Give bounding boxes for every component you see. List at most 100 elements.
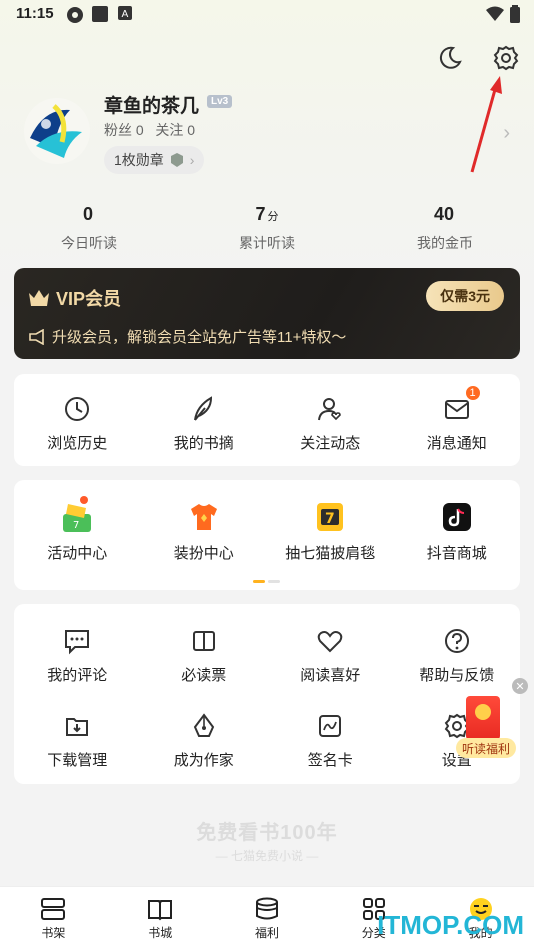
tab-welfare[interactable]: 福利 [214, 887, 321, 950]
profile-header[interactable]: 章鱼的茶几 Lv3 粉丝 0 关注 0 1枚勋章 › › [24, 88, 514, 178]
username: 章鱼的茶几 [104, 96, 200, 117]
close-icon[interactable]: ✕ [512, 678, 528, 694]
tab-bookstore[interactable]: 书城 [107, 887, 214, 950]
slogan-main: 免费看书100年 [196, 822, 338, 844]
reading-preference-button[interactable]: 阅读喜好 [267, 626, 394, 685]
svg-text:7: 7 [73, 520, 79, 531]
stats-row: 0 今日听读 7分 累计听读 40 我的金币 [0, 204, 534, 253]
stat-value: 0 [82, 204, 93, 224]
follow-label: 关注 [155, 122, 184, 138]
become-writer-label: 成为作家 [173, 752, 234, 769]
signature-icon [319, 715, 342, 737]
status-time: 11:15 [16, 5, 54, 22]
stat-label: 累计听读 [239, 235, 295, 251]
notifications-button[interactable]: 1 消息通知 [394, 384, 521, 453]
my-comments-label: 我的评论 [47, 667, 108, 684]
stat-label: 今日听读 [61, 235, 117, 251]
follow-feed-button[interactable]: 关注动态 [267, 394, 394, 453]
download-manager-button[interactable]: 下载管理 [14, 711, 141, 770]
profile-chevron-right-icon[interactable]: › [503, 122, 510, 145]
crown-icon [29, 290, 49, 306]
site-watermark: ITMOP.COM [377, 910, 524, 940]
douyin-icon [442, 503, 471, 531]
dress-up-label: 装扮中心 [173, 545, 234, 562]
tab-label: 福利 [254, 926, 279, 940]
history-button[interactable]: 浏览历史 [14, 394, 141, 453]
footer-slogan: 免费看书100年 — 七猫免费小说 — [0, 816, 534, 864]
lucky-draw-icon: 7 [317, 503, 344, 531]
carousel-indicator [253, 580, 280, 583]
signature-card-button[interactable]: 签名卡 [267, 711, 394, 770]
indicator-active [253, 580, 265, 583]
vip-title: VIP会员 [28, 285, 121, 311]
comment-icon [65, 630, 90, 655]
download-manager-label: 下载管理 [47, 752, 108, 769]
history-label: 浏览历史 [47, 435, 108, 452]
lucky-draw-button[interactable]: 7 抽七猫披肩毯 [267, 500, 394, 563]
feather-icon [193, 396, 212, 421]
heart-icon [317, 631, 343, 653]
download-icon [66, 718, 89, 736]
app-notification-icon [92, 6, 108, 22]
must-read-ticket-button[interactable]: 必读票 [141, 626, 268, 685]
stat-coins[interactable]: 40 我的金币 [356, 204, 534, 253]
follow-count[interactable]: 0 [187, 122, 195, 138]
services-card: 我的评论 必读票 阅读喜好 帮助与反馈 下载管理 成为作家 签名卡 设置 [14, 604, 520, 784]
medal-count: 1枚勋章 [114, 152, 164, 168]
tab-label: 书城 [148, 926, 173, 940]
reading-preference-label: 阅读喜好 [300, 667, 361, 684]
clock-icon [65, 397, 90, 421]
signature-card-label: 签名卡 [307, 752, 353, 769]
listen-reward-float[interactable]: ✕ 听读福利 [452, 676, 530, 764]
become-writer-button[interactable]: 成为作家 [141, 711, 268, 770]
gift-box-icon [255, 897, 278, 920]
activity-center-button[interactable]: 7 活动中心 [14, 496, 141, 563]
dress-up-center-button[interactable]: 装扮中心 [141, 500, 268, 563]
svg-text:A: A [122, 9, 129, 20]
fans-follow-stats: 粉丝 0 关注 0 [104, 120, 195, 140]
medal-icon [170, 153, 183, 167]
avatar[interactable] [24, 98, 90, 164]
stat-total-listen[interactable]: 7分 累计听读 [178, 204, 356, 253]
stat-unit: 分 [267, 211, 279, 223]
douyin-mall-label: 抖音商城 [426, 545, 487, 562]
night-mode-moon-icon[interactable] [436, 44, 464, 72]
stat-today-listen[interactable]: 0 今日听读 [0, 204, 178, 253]
fans-count[interactable]: 0 [136, 122, 144, 138]
open-book-icon [148, 900, 173, 921]
douyin-mall-button[interactable]: 抖音商城 [394, 500, 521, 563]
bookshelf-icon [41, 898, 66, 920]
activity-center-label: 活动中心 [47, 545, 108, 562]
top-actions [436, 44, 520, 72]
level-badge: Lv3 [207, 95, 233, 108]
keyboard-a-icon: A [118, 6, 132, 20]
vip-subtitle: 升级会员，解锁会员全站免广告等11+特权～ [28, 326, 346, 347]
listen-reward-label: 听读福利 [456, 738, 517, 758]
quick-actions-card: 浏览历史 我的书摘 关注动态 1 消息通知 [14, 374, 520, 466]
follow-feed-label: 关注动态 [300, 435, 361, 452]
settings-gear-icon[interactable] [492, 44, 520, 72]
new-dot [80, 496, 88, 504]
notifications-label: 消息通知 [426, 435, 487, 452]
book-excerpts-button[interactable]: 我的书摘 [141, 394, 268, 453]
tab-label: 书架 [41, 926, 66, 940]
help-icon [444, 629, 469, 653]
vip-price-button[interactable]: 仅需3元 [426, 281, 504, 311]
vip-banner[interactable]: VIP会员 仅需3元 升级会员，解锁会员全站免广告等11+特权～ [14, 268, 520, 359]
megaphone-icon [29, 328, 44, 345]
wifi-icon [486, 6, 504, 21]
stat-label: 我的金币 [417, 235, 473, 251]
red-envelope-icon [466, 696, 500, 740]
pen-nib-icon [193, 713, 214, 737]
tshirt-icon [190, 504, 217, 530]
must-read-ticket-label: 必读票 [181, 667, 227, 684]
battery-icon [510, 5, 520, 23]
my-comments-button[interactable]: 我的评论 [14, 626, 141, 685]
vpn-icon [67, 7, 83, 23]
notification-badge: 1 [463, 384, 482, 402]
tab-bookshelf[interactable]: 书架 [0, 887, 107, 950]
user-heart-icon [318, 398, 342, 421]
activity-center-icon: 7 [63, 504, 92, 532]
medal-pill[interactable]: 1枚勋章 › [104, 146, 205, 174]
vip-title-text: VIP会员 [56, 289, 122, 309]
